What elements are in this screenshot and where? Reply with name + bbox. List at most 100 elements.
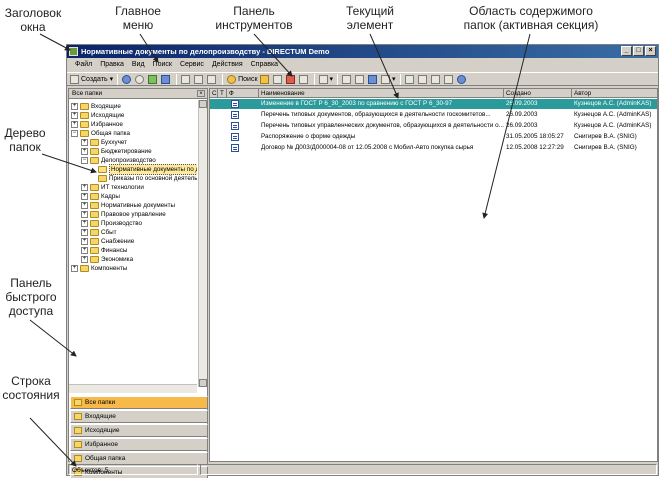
forward-button[interactable]	[135, 74, 146, 85]
tree-item[interactable]: + Производство	[81, 219, 142, 228]
folder-icon	[90, 184, 99, 191]
tree-item[interactable]: Приказы по основной деятельно	[89, 174, 197, 183]
close-button[interactable]: ×	[645, 46, 656, 56]
paste-icon	[207, 74, 217, 84]
export-button[interactable]	[443, 74, 455, 85]
cell-created: 31.05.2005 18:05:27	[506, 133, 564, 140]
view-list-button[interactable]	[368, 74, 379, 85]
menu-actions[interactable]: Действия	[208, 59, 247, 71]
callout-main-menu: Главное меню	[115, 4, 161, 32]
folder-icon	[90, 247, 99, 254]
tree-item[interactable]: + ИТ технологии	[81, 183, 144, 192]
copy-button[interactable]	[194, 74, 205, 85]
tree-item[interactable]: + Кадры	[81, 192, 120, 201]
table-row[interactable]: Перечень типовых управленческих документ…	[210, 121, 657, 131]
print-button[interactable]	[181, 74, 192, 85]
quick-access-item[interactable]: Все папки	[70, 396, 208, 409]
tree-item[interactable]: Нормативные документы по дело	[89, 164, 197, 175]
table-row[interactable]: Перечень типовых документов, образующихс…	[210, 110, 657, 120]
back-button[interactable]	[122, 74, 133, 85]
view-details-button[interactable]: ▾	[381, 74, 396, 85]
column-header-created[interactable]: Создано	[504, 89, 572, 98]
expand-icon[interactable]: +	[71, 103, 78, 110]
collapse-icon[interactable]: −	[81, 157, 88, 164]
column-header-flag[interactable]: Ф	[227, 89, 259, 98]
callout-content-area: Область содержимого папок (активная секц…	[463, 4, 599, 32]
quick-access-item[interactable]: Исходящие	[70, 424, 208, 437]
properties-button[interactable]	[298, 74, 310, 85]
search-button[interactable]: Поиск	[227, 74, 258, 85]
table-row[interactable]: Договор № Д003/Д000004-08 от 12.05.2008 …	[210, 143, 657, 153]
expand-icon[interactable]: +	[81, 202, 88, 209]
tree-item[interactable]: + Экономика	[81, 255, 133, 264]
callout-toolbar: Панель инструментов	[215, 4, 293, 32]
tree-item[interactable]: + Нормативные документы	[81, 201, 175, 210]
tree-item[interactable]: + Входящие	[71, 102, 121, 111]
expand-icon[interactable]: +	[81, 247, 88, 254]
expand-icon[interactable]: +	[71, 121, 78, 128]
maximize-button[interactable]: □	[633, 46, 644, 56]
up-folder-button[interactable]	[148, 74, 159, 85]
minimize-button[interactable]: _	[621, 46, 632, 56]
table-row-current[interactable]: Изменение в ГОСТ Р 6_30_2003 по сравнени…	[210, 99, 657, 109]
menu-view[interactable]: Вид	[128, 59, 149, 71]
expand-icon[interactable]: +	[81, 184, 88, 191]
menu-edit[interactable]: Правка	[96, 59, 128, 71]
tree-horizontal-scrollbar[interactable]	[69, 384, 197, 393]
column-header-name[interactable]: Наименование	[259, 89, 504, 98]
quick-access-item[interactable]: Входящие	[70, 410, 208, 423]
table-row[interactable]: Распоряжение о форме одежды 31.05.2005 18…	[210, 132, 657, 142]
group-button[interactable]	[417, 74, 429, 85]
tree-item[interactable]: + Компоненты	[71, 264, 127, 273]
shortcut-button[interactable]	[272, 74, 284, 85]
paste-button[interactable]	[207, 74, 218, 85]
tree-item[interactable]: + Бюджетирование	[81, 147, 152, 156]
create-button[interactable]: Создать ▾	[70, 74, 113, 85]
expand-icon[interactable]: +	[71, 112, 78, 119]
tree-item[interactable]: + Буххучет	[81, 138, 127, 147]
expand-icon[interactable]: +	[81, 211, 88, 218]
tasks-button[interactable]: ▾	[318, 74, 333, 85]
title-bar[interactable]: Нормативные документы по делопроизводств…	[67, 45, 658, 58]
quick-access-label: Исходящие	[85, 427, 120, 434]
filter-button[interactable]	[404, 74, 416, 85]
column-header-type[interactable]: Т	[218, 89, 227, 98]
help-button[interactable]	[456, 74, 468, 85]
scroll-up-arrow-icon[interactable]	[199, 100, 207, 108]
tree-item[interactable]: + Сбыт	[81, 228, 117, 237]
column-header-status[interactable]: С	[210, 89, 218, 98]
delete-button[interactable]	[285, 74, 297, 85]
menu-help[interactable]: Справка	[247, 59, 282, 71]
collapse-icon[interactable]: −	[71, 130, 78, 137]
refresh-button[interactable]	[161, 74, 172, 85]
tree-item[interactable]: + Финансы	[81, 246, 127, 255]
pin-icon[interactable]: ×	[197, 90, 205, 97]
menu-service[interactable]: Сервис	[176, 59, 208, 71]
tree-item[interactable]: + Исходящие	[71, 111, 124, 120]
columns-button[interactable]	[430, 74, 442, 85]
tree-item[interactable]: + Правовое управление	[81, 210, 166, 219]
expand-icon[interactable]: +	[81, 229, 88, 236]
expand-icon[interactable]: +	[81, 148, 88, 155]
expand-icon[interactable]: +	[81, 238, 88, 245]
status-object-count: Объектов: 5	[68, 464, 198, 475]
view-small-icons-button[interactable]	[355, 74, 366, 85]
expand-icon[interactable]: +	[71, 265, 78, 272]
tree-item[interactable]: + Избранное	[71, 120, 123, 129]
view-large-icons-button[interactable]	[342, 74, 353, 85]
folder-tree-button[interactable]	[259, 74, 271, 85]
scroll-down-arrow-icon[interactable]	[199, 379, 207, 387]
expand-icon[interactable]: +	[81, 139, 88, 146]
expand-icon[interactable]: +	[81, 256, 88, 263]
tree-vertical-scrollbar[interactable]	[198, 100, 207, 387]
filter-icon	[404, 74, 414, 84]
tree-item[interactable]: + Снабжение	[81, 237, 134, 246]
expand-icon[interactable]: +	[81, 220, 88, 227]
column-header-author[interactable]: Автор	[572, 89, 657, 98]
quick-access-item[interactable]: Избранное	[70, 438, 208, 451]
menu-search[interactable]: Поиск	[149, 59, 176, 71]
tree-item[interactable]: − Общая папка	[71, 129, 130, 138]
chevron-down-icon: ▾	[392, 76, 396, 83]
expand-icon[interactable]: +	[81, 193, 88, 200]
menu-file[interactable]: Файл	[71, 59, 96, 71]
